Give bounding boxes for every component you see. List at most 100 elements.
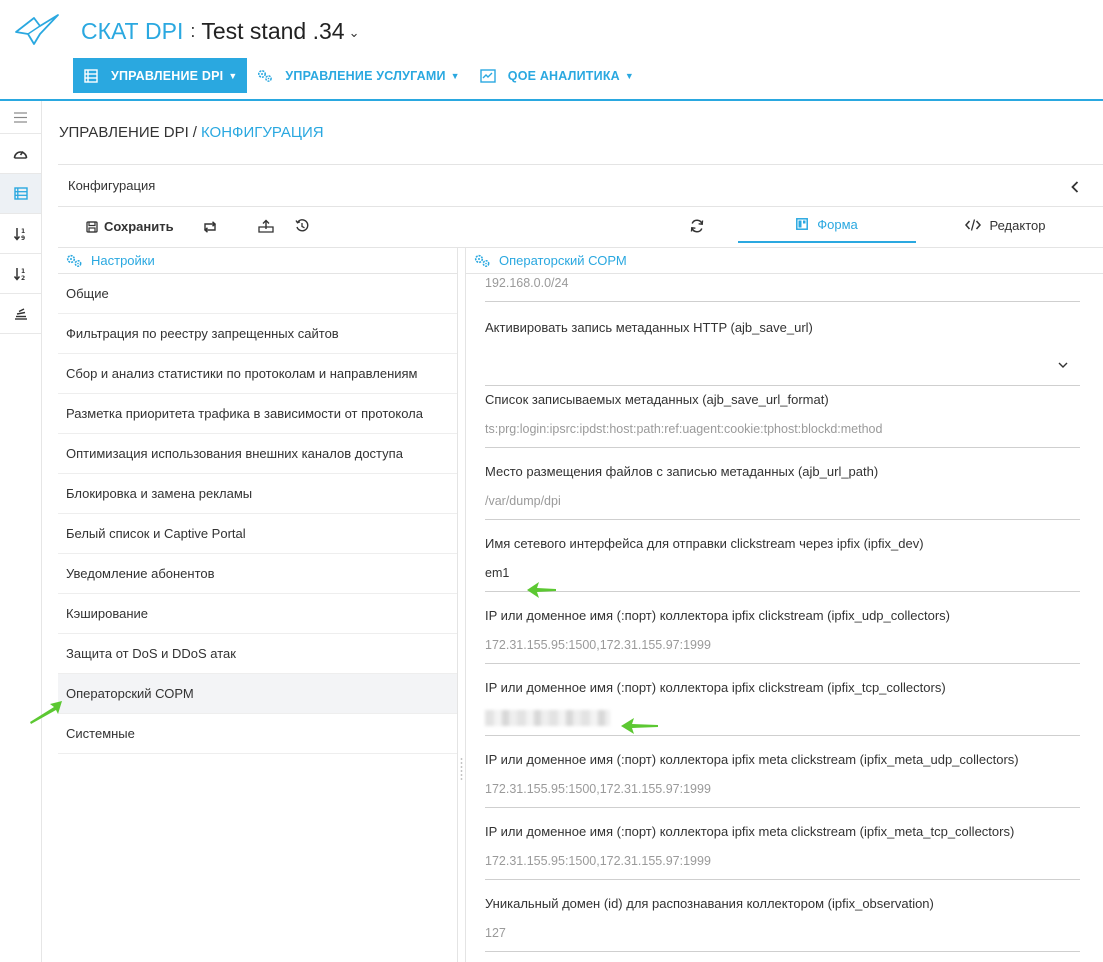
skat-logo-icon[interactable] [14, 12, 60, 48]
field-ipfix-meta-tcp-collectors: IP или доменное имя (:порт) коллектора i… [485, 824, 1080, 880]
settings-item-ad-blocking[interactable]: Блокировка и замена рекламы [58, 474, 457, 514]
nav-label: УПРАВЛЕНИЕ УСЛУГАМИ [285, 68, 446, 83]
gears-icon [474, 254, 490, 267]
svg-text:2: 2 [21, 275, 25, 281]
save-label: Сохранить [104, 219, 174, 234]
ipfix-meta-udp-collectors-input[interactable]: 172.31.155.95:1500,172.31.155.97:1999 [485, 780, 1080, 808]
brand-title[interactable]: СКАТ DPI: Test stand .34 ⌄ [81, 17, 359, 49]
sidebar-item-sort[interactable]: 19 [0, 214, 41, 254]
settings-item-whitelist-captive-portal[interactable]: Белый список и Captive Portal [58, 514, 457, 554]
side-toolbar: 19 12 [0, 101, 42, 962]
nav-services-management[interactable]: УПРАВЛЕНИЕ УСЛУГАМИ ▼ [247, 58, 469, 93]
upload-icon[interactable] [258, 219, 274, 233]
gears-icon [257, 68, 273, 84]
sidebar-item-configuration[interactable] [0, 174, 41, 214]
save-icon [86, 220, 98, 233]
app-header: СКАТ DPI: Test stand .34 ⌄ УПРАВЛЕНИЕ DPI … [0, 0, 1103, 101]
field-label: Список записываемых метаданных (ajb_save… [485, 392, 829, 407]
sorm-form-panel: Операторский СОРМ 192.168.0.0/24 Активир… [465, 248, 1103, 962]
annotation-arrow-icon [621, 718, 658, 734]
stack-icon [14, 308, 27, 320]
tab-form[interactable]: Форма [738, 207, 916, 243]
sidebar-item-sort-numeric[interactable]: 12 [0, 254, 41, 294]
breadcrumb-separator: / [192, 124, 197, 141]
field-ipfix-observation: Уникальный домен (id) для распознавания … [485, 896, 1080, 952]
panel-resize-handle[interactable] [460, 757, 463, 783]
settings-title: Настройки [91, 253, 155, 268]
settings-item-registry-filtering[interactable]: Фильтрация по реестру запрещенных сайтов [58, 314, 457, 354]
settings-item-traffic-priority[interactable]: Разметка приоритета трафика в зависимост… [58, 394, 457, 434]
hamburger-icon [14, 111, 27, 123]
field-label: Место размещения файлов с записью метада… [485, 464, 879, 479]
field-ajb-save-url: Активировать запись метаданных HTTP (ajb… [485, 320, 1080, 386]
field-label: Имя сетевого интерфейса для отправки cli… [485, 536, 924, 551]
brand-separator: : [190, 21, 196, 41]
save-button[interactable]: Сохранить [86, 219, 174, 234]
chevron-down-icon[interactable]: ⌄ [349, 25, 360, 40]
breadcrumb: УПРАВЛЕНИЕ DPI / КОНФИГУРАЦИЯ [59, 124, 324, 141]
tab-editor-label: Редактор [989, 217, 1046, 233]
server-icon [13, 187, 28, 200]
nav-label: QOE АНАЛИТИКА [507, 68, 620, 83]
history-icon[interactable] [295, 219, 309, 233]
field-ajb-url-path: Место размещения файлов с записью метада… [485, 464, 1080, 520]
field-label: Активировать запись метаданных HTTP (ajb… [485, 320, 813, 335]
gears-icon [66, 254, 82, 267]
nav-qoe-analytics[interactable]: QOE АНАЛИТИКА ▼ [470, 58, 644, 93]
ajb-save-url-format-input[interactable]: ts:prg:login:ipsrc:ipdst:host:path:ref:u… [485, 420, 1080, 448]
caret-down-icon: ▼ [624, 70, 634, 81]
card-title: Конфигурация [68, 178, 156, 193]
svg-text:9: 9 [21, 235, 25, 241]
ipfix-meta-tcp-collectors-input[interactable]: 172.31.155.95:1500,172.31.155.97:1999 [485, 852, 1080, 880]
card-header: Конфигурация [58, 165, 1103, 207]
field-label: IP или доменное имя (:порт) коллектора i… [485, 680, 946, 695]
ipfix-dev-input[interactable]: em1 [485, 564, 1080, 592]
field-label: IP или доменное имя (:порт) коллектора i… [485, 752, 1019, 767]
breadcrumb-dpi-management[interactable]: УПРАВЛЕНИЕ DPI [59, 124, 189, 141]
tab-editor[interactable]: Редактор [916, 207, 1094, 243]
configuration-card: Конфигурация Сохранить Форма Редактор На… [58, 164, 1103, 962]
ipfix-observation-input[interactable]: 127 [485, 924, 1080, 952]
settings-item-channel-optimization[interactable]: Оптимизация использования внешних канало… [58, 434, 457, 474]
field-ipfix-dev: Имя сетевого интерфейса для отправки cli… [485, 536, 1080, 592]
field-ipfix-udp-collectors: IP или доменное имя (:порт) коллектора i… [485, 608, 1080, 664]
ajb-url-path-input[interactable]: /var/dump/dpi [485, 492, 1080, 520]
settings-item-general[interactable]: Общие [58, 274, 457, 314]
breadcrumb-configuration: КОНФИГУРАЦИЯ [200, 124, 324, 141]
annotation-arrow-icon [527, 582, 556, 598]
sorm-panel-header: Операторский СОРМ [466, 248, 1103, 274]
settings-item-caching[interactable]: Кэширование [58, 594, 457, 634]
settings-item-system[interactable]: Системные [58, 714, 457, 754]
ipfix-tcp-collectors-input[interactable] [485, 708, 1080, 736]
form-scroll-area[interactable]: 192.168.0.0/24 Активировать запись метад… [466, 274, 1103, 962]
sidebar-menu-toggle[interactable] [0, 101, 41, 134]
caret-down-icon: ▼ [450, 70, 460, 81]
server-icon [83, 68, 99, 84]
caret-down-icon: ▼ [228, 70, 238, 81]
redacted-value [485, 710, 610, 726]
config-toolbar: Сохранить Форма Редактор [58, 207, 1103, 248]
settings-item-operator-sorm[interactable]: Операторский СОРМ [58, 674, 457, 714]
ipfix-udp-collectors-input[interactable]: 172.31.155.95:1500,172.31.155.97:1999 [485, 636, 1080, 664]
swap-icon[interactable] [202, 221, 218, 233]
field-value[interactable]: 192.168.0.0/24 [485, 274, 1080, 302]
settings-panel: Настройки Общие Фильтрация по реестру за… [58, 248, 458, 962]
app-name: СКАТ DPI [81, 18, 184, 44]
ajb-save-url-select[interactable] [485, 348, 1080, 386]
sidebar-item-stack[interactable] [0, 294, 41, 334]
sidebar-item-dashboard[interactable] [0, 134, 41, 174]
settings-item-protocol-statistics[interactable]: Сбор и анализ статистики по протоколам и… [58, 354, 457, 394]
code-icon [964, 219, 981, 231]
svg-text:1: 1 [21, 268, 25, 275]
chevron-left-icon[interactable] [1071, 181, 1079, 193]
settings-panel-header: Настройки [58, 248, 457, 274]
tab-form-label: Форма [817, 216, 858, 232]
svg-text:1: 1 [21, 228, 25, 235]
annotation-arrow-icon [30, 701, 62, 724]
stand-selector[interactable]: Test stand .34 [201, 18, 344, 44]
nav-dpi-management[interactable]: УПРАВЛЕНИЕ DPI ▼ [73, 58, 248, 93]
settings-item-ddos-protection[interactable]: Защита от DoS и DDoS атак [58, 634, 457, 674]
sorm-panel-title: Операторский СОРМ [499, 253, 627, 268]
settings-item-subscriber-notification[interactable]: Уведомление абонентов [58, 554, 457, 594]
refresh-icon[interactable] [690, 219, 704, 233]
